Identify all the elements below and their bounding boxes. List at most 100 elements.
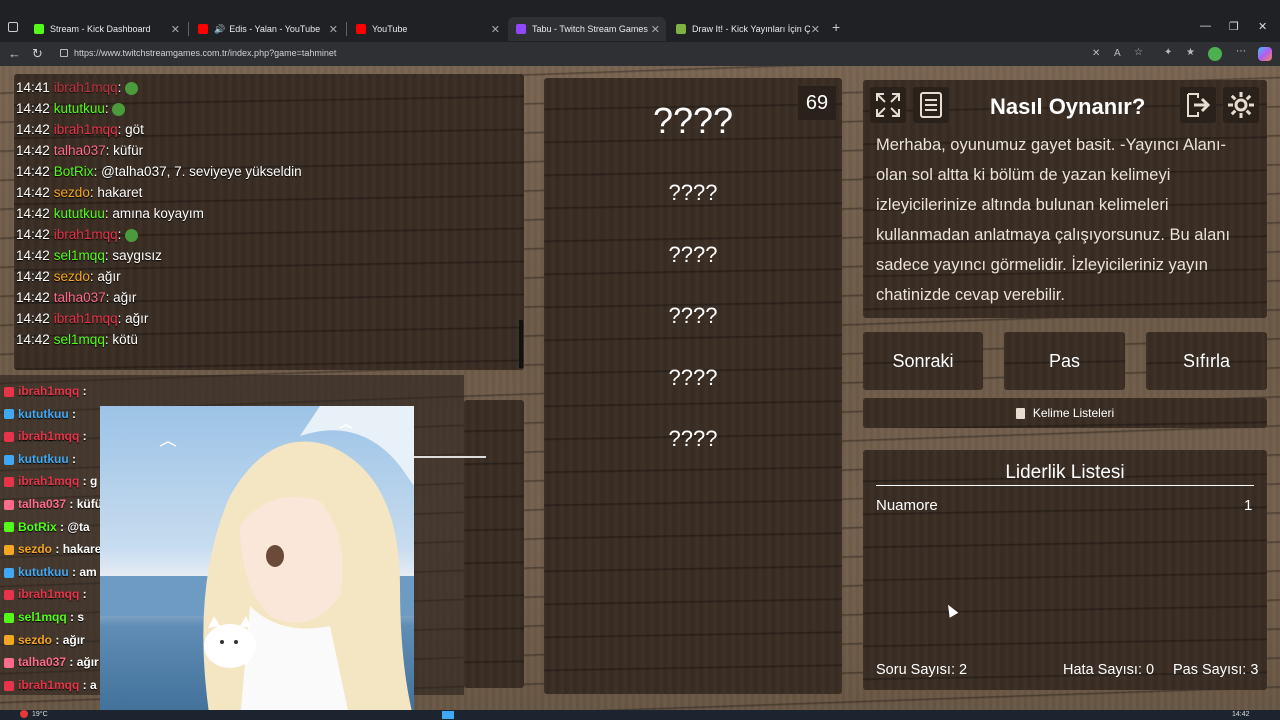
close-window-icon[interactable]: ✕: [1258, 20, 1267, 33]
forbidden-word: ????: [668, 365, 718, 390]
chat-line: 14:42 sezdo: hakaret: [16, 185, 143, 200]
document-icon[interactable]: [913, 87, 949, 123]
close-icon[interactable]: ✕: [651, 23, 660, 36]
chat-scrollbar[interactable]: [519, 320, 523, 368]
close-icon[interactable]: ✕: [811, 23, 820, 36]
leaderboard-player-name: Nuamore: [876, 497, 938, 514]
forbidden-word: ????: [668, 242, 718, 267]
mute-icon[interactable]: ✕: [1092, 48, 1100, 59]
twitch-chat-line: talha037 : küfür: [4, 497, 107, 511]
twitch-chat-line: ibrah1mqq : a: [4, 678, 97, 692]
copilot-icon[interactable]: [1258, 47, 1272, 61]
weather-icon: [20, 710, 28, 718]
minimize-icon[interactable]: —: [1200, 20, 1211, 32]
emote-icon: [112, 102, 126, 116]
forbidden-word: ????: [668, 426, 718, 451]
twitch-icon: [516, 24, 526, 34]
chat-line: 14:42 ibrah1mqq: göt: [16, 122, 144, 137]
leaderboard-title: Liderlik Listesi: [1005, 462, 1125, 483]
close-icon[interactable]: ✕: [491, 23, 500, 36]
pass-count: Pas Sayısı: 3: [1173, 662, 1259, 678]
speaker-icon[interactable]: 🔊: [214, 24, 225, 35]
youtube-icon: [198, 24, 208, 34]
badge-icon: [4, 545, 14, 556]
read-aloud-icon[interactable]: A: [1114, 48, 1121, 59]
windows-taskbar: 19°C 14:42: [0, 710, 1280, 720]
twitch-chat-line: kututkuu :: [4, 407, 76, 421]
twitch-chat-line: ibrah1mqq :: [4, 429, 87, 443]
close-icon[interactable]: ✕: [329, 23, 338, 36]
start-icon[interactable]: [442, 711, 454, 719]
emote-icon: [125, 81, 139, 95]
chat-line: 14:42 talha037: ağır: [16, 290, 137, 305]
fullscreen-icon[interactable]: [870, 87, 906, 123]
chat-line: 14:42 kututkuu:: [16, 101, 126, 116]
chat-line: 14:42 sel1mqq: kötü: [16, 332, 138, 347]
back-icon[interactable]: ←: [8, 47, 21, 60]
how-to-play-title: Nasıl Oynanır?: [990, 94, 1146, 119]
logout-icon[interactable]: [1180, 87, 1216, 123]
leaderboard-divider: [876, 485, 1254, 486]
favorites-icon[interactable]: ★: [1186, 47, 1195, 58]
badge-icon: [4, 567, 14, 578]
window-menu-icon[interactable]: [8, 22, 18, 32]
tab-label: YouTube: [372, 24, 408, 34]
badge-icon: [4, 680, 14, 691]
leaderboard-player-score: 1: [1244, 497, 1253, 514]
how-to-play-text: Merhaba, oyunumuz gayet basit. -Yayıncı …: [876, 136, 1231, 304]
weather-temp: 19°C: [32, 711, 48, 718]
pass-button[interactable]: Pas: [1004, 332, 1125, 390]
clock: 14:42: [1232, 711, 1250, 718]
badge-icon: [4, 477, 14, 488]
emote-icon: [125, 228, 139, 242]
badge-icon: [4, 635, 14, 646]
twitch-chat-line: sezdo : hakare: [4, 542, 101, 556]
favorite-star-icon[interactable]: ☆: [1134, 47, 1143, 58]
tab-tabu[interactable]: Tabu - Twitch Stream Games ✕: [508, 17, 666, 41]
profile-avatar[interactable]: [1208, 47, 1222, 61]
chat-line: 14:41 ibrah1mqq:: [16, 80, 139, 95]
draw-it-icon: [676, 24, 686, 34]
clipboard-icon: [1015, 407, 1025, 419]
badge-icon: [4, 522, 14, 533]
chat-line: 14:42 sel1mqq: saygısız: [16, 248, 162, 263]
badge-icon: [4, 432, 14, 443]
tab-label: Stream - Kick Dashboard: [50, 24, 151, 34]
new-tab-icon[interactable]: +: [832, 19, 840, 35]
tab-draw-it[interactable]: Draw It! - Kick Yayınları İçin Çizim ✕: [668, 17, 826, 41]
url-field[interactable]: https://www.twitchstreamgames.com.tr/ind…: [74, 48, 336, 58]
tab-youtube[interactable]: YouTube ✕: [348, 17, 506, 41]
maximize-icon[interactable]: ❐: [1229, 20, 1239, 33]
word-lists-button[interactable]: Kelime Listeleri: [863, 398, 1267, 428]
reload-icon[interactable]: ↻: [32, 47, 43, 60]
forbidden-word: ????: [668, 303, 718, 328]
settings-gear-icon[interactable]: [1223, 87, 1259, 123]
tab-label: Tabu - Twitch Stream Games: [532, 24, 648, 34]
chat-line: 14:42 ibrah1mqq: ağır: [16, 311, 149, 326]
badge-icon: [4, 499, 14, 510]
close-icon[interactable]: ✕: [171, 23, 180, 36]
twitch-chat-line: sezdo : ağır: [4, 633, 85, 647]
reset-button[interactable]: Sıfırla: [1146, 332, 1267, 390]
badge-icon: [4, 612, 14, 623]
more-icon[interactable]: ⋯: [1236, 46, 1246, 57]
anime-girl-with-cat-image: [100, 406, 414, 720]
chat-line: 14:42 BotRix: @talha037, 7. seviyeye yüks…: [16, 164, 302, 179]
target-word: ????: [652, 100, 734, 141]
twitch-chat-line: BotRix : @ta: [4, 520, 90, 534]
twitch-chat-line: talha037 : ağır: [4, 655, 99, 669]
youtube-icon: [356, 24, 366, 34]
badge-icon: [4, 454, 14, 465]
chat-line: 14:42 kututkuu: amına koyayım: [16, 206, 204, 221]
divider-line: [414, 456, 486, 458]
extensions-icon[interactable]: ✦: [1164, 47, 1172, 58]
twitch-chat-line: ibrah1mqq : g: [4, 474, 97, 488]
next-button[interactable]: Sonraki: [863, 332, 983, 390]
forbidden-word: ????: [668, 180, 718, 205]
tab-youtube-edis[interactable]: 🔊 Edis - Yalan - YouTube ✕: [190, 17, 344, 41]
badge-icon: [4, 658, 14, 669]
badge-icon: [4, 386, 14, 397]
twitch-chat-line: sel1mqq : s: [4, 610, 84, 624]
chat-line: 14:42 talha037: küfür: [16, 143, 144, 158]
tab-kick-dashboard[interactable]: Stream - Kick Dashboard ✕: [26, 17, 186, 41]
